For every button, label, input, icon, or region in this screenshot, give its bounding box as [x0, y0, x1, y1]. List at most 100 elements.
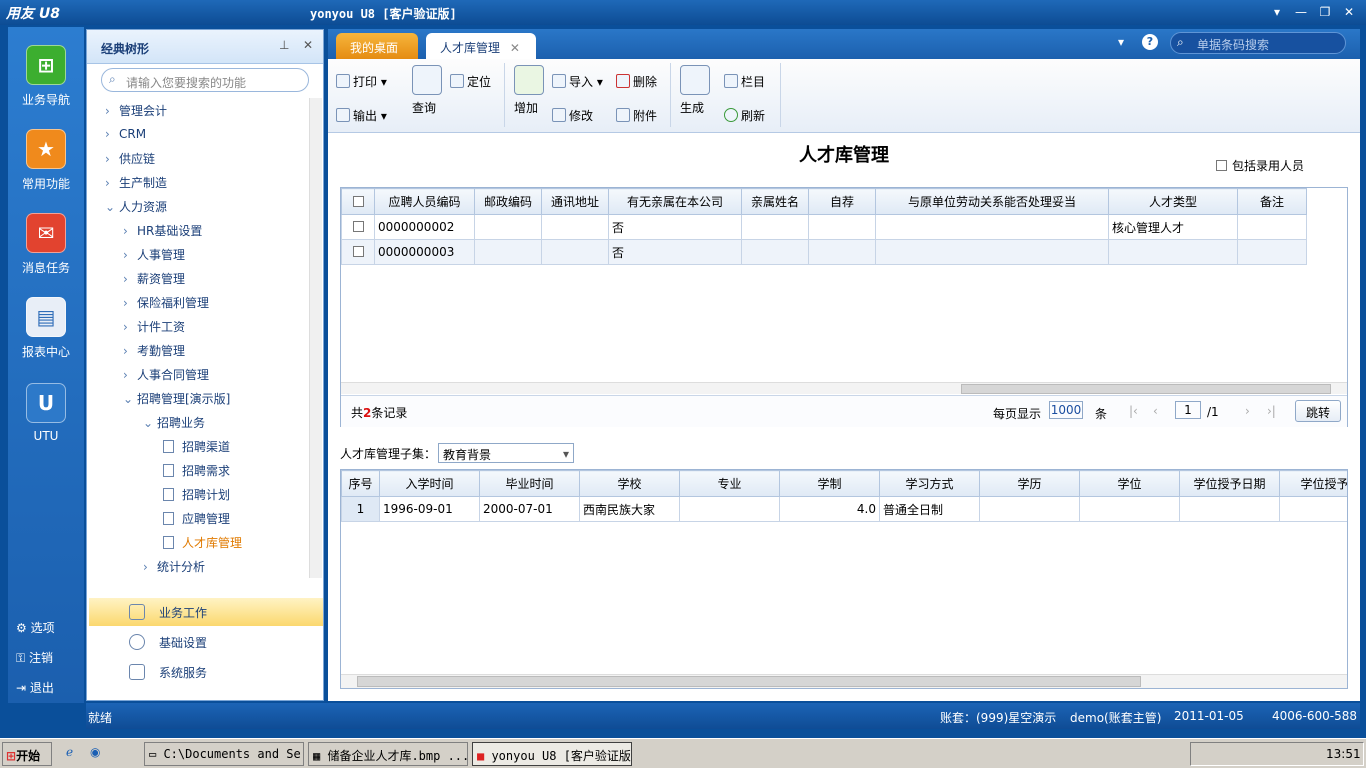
import-button[interactable]: 导入 ▾ [552, 73, 603, 90]
table-cell[interactable] [1108, 239, 1238, 265]
tree-item[interactable]: › 考勤管理 [123, 342, 185, 359]
export-button[interactable]: 输出 ▾ [336, 107, 387, 124]
table-cell[interactable] [541, 214, 609, 240]
nav-report[interactable]: ▤ 报表中心 [8, 297, 84, 360]
dropdown-icon[interactable]: ▾ [1118, 35, 1124, 49]
modify-button[interactable]: 修改 [552, 107, 593, 124]
page-input[interactable]: 1 [1175, 401, 1201, 419]
query-button[interactable]: 查询 [412, 99, 436, 116]
table-row[interactable]: 1 1996-09-01 2000-07-01 西南民族大家 4.0 普通全日制 [341, 496, 1347, 522]
table-cell[interactable]: 2000-07-01 [479, 496, 580, 522]
tree-item[interactable]: › 薪资管理 [123, 270, 185, 287]
tree-item[interactable]: › 保险福利管理 [123, 294, 209, 311]
attach-button[interactable]: 附件 [616, 107, 657, 124]
add-button[interactable]: 增加 [514, 99, 538, 116]
table-row[interactable]: 0000000002 否 核心管理人才 [341, 214, 1307, 240]
tree-item[interactable]: ⌄ 招聘业务 [143, 414, 205, 431]
table-cell[interactable] [679, 496, 780, 522]
next-page-icon[interactable]: › [1245, 404, 1250, 418]
nav-business[interactable]: ⊞ 业务导航 [8, 45, 84, 108]
first-page-icon[interactable]: |‹ [1129, 404, 1138, 418]
tree-item[interactable]: › 计件工资 [123, 318, 185, 335]
minimize-button[interactable]: — [1292, 4, 1310, 20]
table-cell[interactable] [1237, 214, 1307, 240]
table-cell[interactable]: 1996-09-01 [379, 496, 480, 522]
delete-button[interactable]: 删除 [616, 73, 657, 90]
tree-item[interactable]: › 生产制造 [105, 174, 167, 191]
close-panel-icon[interactable]: ✕ [303, 38, 313, 52]
table-cell[interactable] [1179, 496, 1280, 522]
prev-page-icon[interactable]: ‹ [1153, 404, 1158, 418]
table-cell[interactable]: 0000000002 [374, 214, 475, 240]
column-header[interactable]: 与原单位劳动关系能否处理妥当 [875, 188, 1109, 215]
tree-item[interactable]: › 供应链 [105, 150, 155, 167]
columns-button[interactable]: 栏目 [724, 73, 765, 90]
tree-item[interactable]: › 人事管理 [123, 246, 185, 263]
section-basic-settings[interactable]: 基础设置 [89, 628, 323, 656]
tree-item[interactable]: › 人事合同管理 [123, 366, 209, 383]
tree-item[interactable]: › CRM [105, 127, 146, 141]
table-row[interactable]: 0000000003 否 [341, 239, 1307, 265]
section-business-work[interactable]: 业务工作 [89, 598, 323, 626]
row-checkbox[interactable] [341, 239, 375, 265]
table-cell[interactable] [875, 214, 1109, 240]
column-header[interactable]: 学习方式 [879, 470, 980, 497]
column-header[interactable]: 学位授予日期 [1179, 470, 1280, 497]
column-header[interactable]: 专业 [679, 470, 780, 497]
table-cell[interactable] [741, 214, 809, 240]
table-cell[interactable] [474, 214, 542, 240]
tree-item[interactable]: ⌄ 招聘管理[演示版] [123, 390, 230, 407]
tree-scrollbar[interactable] [309, 98, 322, 578]
quicklaunch-icon[interactable]: ◉ [90, 745, 100, 759]
tab-talent-pool[interactable]: 人才库管理 ✕ [426, 33, 536, 59]
column-header[interactable]: 自荐 [808, 188, 876, 215]
column-header[interactable]: 入学时间 [379, 470, 480, 497]
table-cell[interactable] [808, 214, 876, 240]
column-header[interactable]: 序号 [341, 470, 380, 497]
table-cell[interactable] [541, 239, 609, 265]
tree-item[interactable]: › 管理会计 [105, 102, 167, 119]
column-header[interactable]: 学制 [779, 470, 880, 497]
table-cell[interactable]: 0000000003 [374, 239, 475, 265]
last-page-icon[interactable]: ›| [1267, 404, 1276, 418]
nav-utu[interactable]: U UTU [8, 383, 84, 443]
jump-button[interactable]: 跳转 [1295, 400, 1341, 422]
column-header[interactable]: 应聘人员编码 [374, 188, 475, 215]
tree-leaf[interactable]: 应聘管理 [163, 510, 230, 527]
tree-item[interactable]: ⌄ 人力资源 [105, 198, 167, 215]
column-header[interactable]: 学位 [1079, 470, 1180, 497]
tree-leaf[interactable]: 招聘需求 [163, 462, 230, 479]
table-cell[interactable] [741, 239, 809, 265]
tree-item[interactable]: › HR基础设置 [123, 222, 202, 239]
print-button[interactable]: 打印 ▾ [336, 73, 387, 90]
column-header[interactable]: 学位授予单 [1279, 470, 1347, 497]
tree-item[interactable]: › 统计分析 [143, 558, 205, 575]
table-cell[interactable] [1237, 239, 1307, 265]
barcode-search-input[interactable]: ⌕ 单据条码搜索 [1170, 32, 1346, 54]
table-cell[interactable]: 普通全日制 [879, 496, 980, 522]
nav-common[interactable]: ★ 常用功能 [8, 129, 84, 192]
row-checkbox[interactable] [341, 214, 375, 240]
table-cell[interactable]: 4.0 [779, 496, 880, 522]
tab-my-desktop[interactable]: 我的桌面 [336, 33, 418, 59]
generate-button[interactable]: 生成 [680, 99, 704, 116]
table-cell[interactable]: 1 [341, 496, 380, 522]
task-explorer[interactable]: ▭ C:\Documents and Se... [144, 742, 304, 766]
subset-select[interactable]: 教育背景 ▾ [438, 443, 574, 463]
section-system-service[interactable]: 系统服务 [89, 658, 323, 686]
close-tab-icon[interactable]: ✕ [510, 41, 520, 55]
ie-icon[interactable]: ℯ [66, 745, 73, 759]
restore-button[interactable]: ❐ [1316, 4, 1334, 20]
locate-button[interactable]: 定位 [450, 73, 491, 90]
include-hired-checkbox[interactable]: 包括录用人员 [1216, 157, 1304, 174]
table-cell[interactable]: 核心管理人才 [1108, 214, 1238, 240]
table-cell[interactable]: 西南民族大家 [579, 496, 680, 522]
column-header[interactable]: 人才类型 [1108, 188, 1238, 215]
tree-leaf[interactable]: 招聘计划 [163, 486, 230, 503]
exit-button[interactable]: ⇥ 退出 [16, 679, 54, 696]
nav-message[interactable]: ✉ 消息任务 [8, 213, 84, 276]
refresh-button[interactable]: 刷新 [724, 107, 765, 124]
grid-horizontal-scrollbar[interactable] [341, 674, 1347, 688]
grid-horizontal-scrollbar[interactable] [341, 382, 1347, 394]
table-cell[interactable] [1279, 496, 1347, 522]
